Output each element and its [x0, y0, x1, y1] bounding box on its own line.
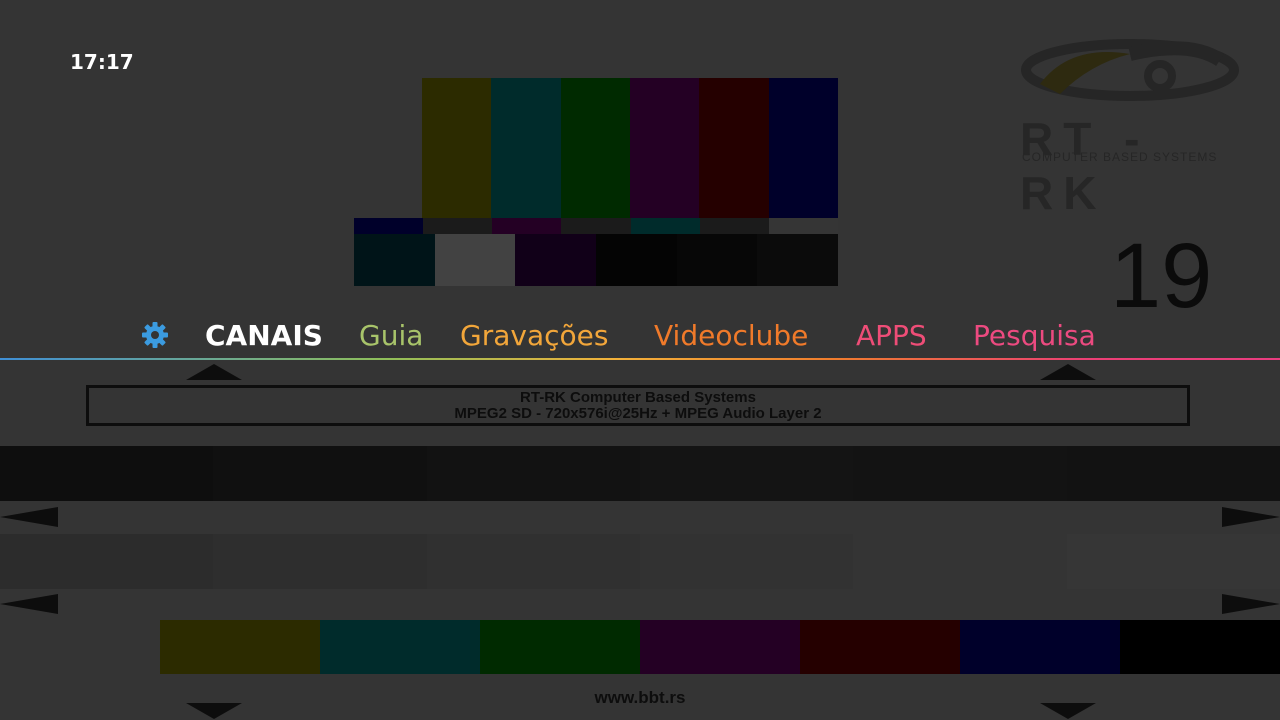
clock: 17:17 — [70, 50, 134, 74]
signal-info-box: RT-RK Computer Based Systems MPEG2 SD - … — [86, 385, 1190, 426]
logo-tagline: COMPUTER BASED SYSTEMS — [1022, 150, 1218, 164]
menu-item-gravacoes[interactable]: Gravações — [460, 316, 608, 356]
menu-underline — [0, 358, 1280, 360]
marker-left-2-icon — [0, 594, 58, 614]
menu-item-apps[interactable]: APPS — [856, 316, 927, 356]
marker-down-left-icon — [186, 703, 242, 719]
color-strip-small — [354, 218, 838, 234]
pluge-row — [354, 234, 839, 286]
marker-left-1-icon — [0, 507, 58, 527]
marker-right-2-icon — [1222, 594, 1280, 614]
signal-info-line2: MPEG2 SD - 720x576i@25Hz + MPEG Audio La… — [454, 405, 822, 422]
signal-info-line1: RT-RK Computer Based Systems — [520, 389, 756, 406]
marker-up-left-icon — [186, 364, 242, 380]
grayscale-band-dark — [0, 446, 1280, 501]
menu-item-videoclube[interactable]: Videoclube — [654, 316, 808, 356]
menu-item-canais[interactable]: CANAIS — [205, 316, 323, 356]
marker-up-right-icon — [1040, 364, 1096, 380]
marker-right-1-icon — [1222, 507, 1280, 527]
marker-down-right-icon — [1040, 703, 1096, 719]
channel-number: 19 — [1110, 225, 1213, 327]
color-bars-bottom — [160, 620, 1280, 674]
menu-item-guia[interactable]: Guia — [359, 316, 423, 356]
color-bars-top — [422, 78, 838, 218]
logo-name: RT - RK — [1020, 113, 1150, 219]
main-menu: CANAIS Guia Gravações Videoclube APPS Pe… — [0, 316, 1280, 360]
logo-swoosh-icon — [1021, 39, 1239, 101]
grayscale-band-light — [0, 534, 1280, 589]
broadcaster-logo: RT - RK COMPUTER BASED SYSTEMS — [1020, 24, 1240, 219]
menu-item-pesquisa[interactable]: Pesquisa — [973, 316, 1096, 356]
tv-screen: RT - RK COMPUTER BASED SYSTEMS 19 17:17 … — [0, 0, 1280, 720]
